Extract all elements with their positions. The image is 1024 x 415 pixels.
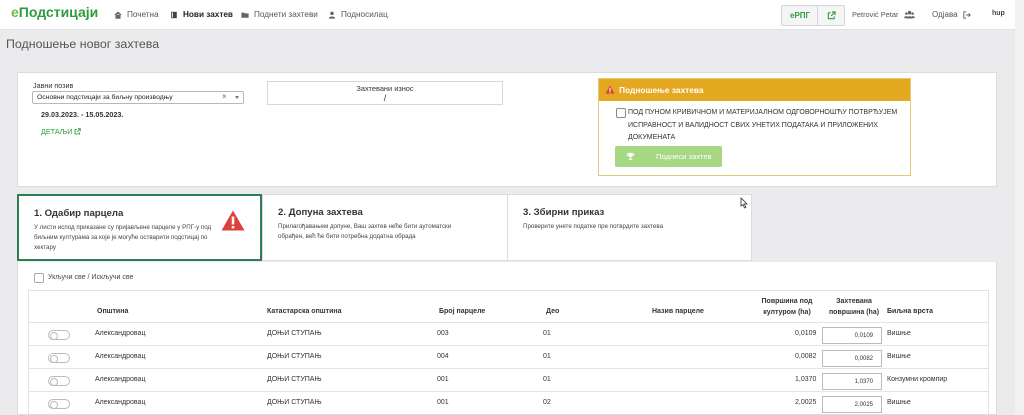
- parcels-card: Укључи све / Искључи све Општина Катаста…: [17, 262, 997, 415]
- user-icon: [328, 11, 336, 19]
- requested-area-input[interactable]: 0,0082: [822, 350, 882, 367]
- folder-icon: [241, 12, 249, 18]
- details-link[interactable]: ДЕТАЉИ: [41, 127, 82, 136]
- book-icon: [171, 11, 177, 18]
- step-request-supplement[interactable]: 2. Допуна захтева Прилагођавањем допуне,…: [262, 194, 508, 261]
- requested-amount-label: Захтевани износ: [356, 84, 414, 93]
- nav-home[interactable]: Почетна: [114, 10, 159, 19]
- requested-area-input[interactable]: 2,0025: [822, 396, 882, 413]
- app-logo[interactable]: еПодстицаји: [11, 4, 98, 20]
- parcel-toggle[interactable]: [48, 353, 70, 363]
- submission-panel-header: Подношење захтева: [599, 79, 910, 101]
- requested-amount-value: /: [383, 93, 387, 103]
- page-title: Подношење новог захтева: [6, 37, 160, 51]
- col-part[interactable]: Део: [546, 308, 559, 315]
- submission-panel: Подношење захтева ПОД ПУНОМ КРИВИЧНОМ И …: [598, 78, 911, 176]
- requested-area-input[interactable]: 1,0370: [822, 373, 882, 390]
- col-cadastral[interactable]: Катастарска општина: [267, 308, 342, 315]
- users-icon[interactable]: [904, 10, 915, 21]
- logout-button[interactable]: Одјава: [932, 10, 971, 19]
- col-parcel-name[interactable]: Назив парцеле: [652, 308, 704, 315]
- top-navbar: еПодстицаји Почетна Нови захтев Поднети …: [0, 0, 1024, 30]
- external-link-icon: [74, 128, 82, 135]
- home-icon: [114, 11, 122, 19]
- parcel-toggle[interactable]: [48, 376, 70, 386]
- declaration-text: ПОД ПУНОМ КРИВИЧНОМ И МАТЕРИЈАЛНОМ ОДГОВ…: [628, 109, 898, 141]
- logout-icon: [962, 10, 971, 19]
- user-name: Petrović Petar: [852, 10, 899, 19]
- erpg-external-link-button[interactable]: [817, 6, 845, 25]
- submit-request-button[interactable]: Поднеси захтев: [615, 146, 722, 167]
- col-municipality[interactable]: Општина: [97, 308, 128, 315]
- alert-triangle-icon: [221, 210, 245, 231]
- parcel-toggle[interactable]: [48, 330, 70, 340]
- chevron-down-icon[interactable]: [235, 96, 239, 99]
- mouse-cursor-icon: [740, 197, 748, 209]
- trophy-icon: [626, 152, 635, 160]
- public-call-label: Јавни позив: [33, 81, 74, 90]
- call-date-range: 29.03.2023. - 15.05.2023.: [41, 110, 124, 119]
- nav-submitted-requests[interactable]: Поднети захтеви: [241, 10, 318, 19]
- col-requested-area[interactable]: Захтевана површина (ha): [824, 296, 884, 318]
- page-scrollbar[interactable]: [1015, 0, 1024, 415]
- check-all-label[interactable]: Укључи све / Искључи све: [48, 274, 133, 281]
- col-plant-species[interactable]: Биљна врста: [887, 308, 933, 315]
- external-link-icon: [827, 11, 836, 20]
- parcel-toggle[interactable]: [48, 399, 70, 409]
- step-select-parcels[interactable]: 1. Одабир парцела У листи испод приказан…: [17, 194, 262, 261]
- request-header-card: Јавни позив Основни подстицаји за биљну …: [17, 72, 997, 187]
- requested-amount-box: Захтевани износ /: [267, 81, 503, 105]
- clear-selection-icon[interactable]: ×: [222, 92, 227, 101]
- check-all-checkbox[interactable]: [34, 273, 44, 283]
- col-parcel-number[interactable]: Број парцеле: [439, 308, 485, 315]
- nav-new-request[interactable]: Нови захтев: [170, 10, 233, 19]
- table-row: Александровац ДОЊИ СТУПАЊ 003 01 0,0109 …: [29, 322, 988, 345]
- nav-applicant[interactable]: Подносилац: [328, 10, 388, 19]
- help-link[interactable]: hup: [992, 10, 1005, 17]
- table-row: Александровац ДОЊИ СТУПАЊ 001 01 1,0370 …: [29, 368, 988, 391]
- table-row: Александровац ДОЊИ СТУПАЊ 004 01 0,0082 …: [29, 345, 988, 368]
- warning-icon: [605, 85, 615, 94]
- parcels-table: Општина Катастарска општина Број парцеле…: [28, 290, 989, 415]
- col-area[interactable]: Површина под културом (ha): [757, 296, 817, 318]
- declaration-checkbox[interactable]: [616, 108, 626, 118]
- erpg-link[interactable]: еРПГ: [781, 5, 845, 26]
- submission-title: Подношење захтева: [619, 85, 704, 95]
- table-row: Александровац ДОЊИ СТУПАЊ 001 02 2,0025 …: [29, 391, 988, 414]
- requested-area-input[interactable]: 0,0109: [822, 327, 882, 344]
- public-call-select[interactable]: Основни подстицаји за биљну производњу ×: [32, 91, 244, 104]
- step-summary[interactable]: 3. Збирни приказ Проверите унете податке…: [507, 194, 752, 261]
